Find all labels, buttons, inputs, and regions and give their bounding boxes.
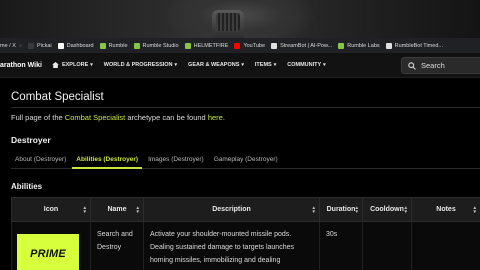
sort-icon: ▴ ▾ (473, 205, 476, 215)
bookmark-label: Dashboard (66, 42, 94, 49)
bookmark-item[interactable]: Dashboard (57, 42, 94, 49)
bookmark-favicon-icon (385, 42, 392, 49)
bookmark-item[interactable]: Rumble Labs (338, 42, 380, 49)
section-heading-destroyer: Destroyer (11, 135, 51, 145)
column-header-notes[interactable]: Notes ▴ ▾ (411, 197, 480, 222)
search-input[interactable] (421, 61, 480, 70)
bookmark-favicon-icon (57, 42, 64, 49)
menu-items[interactable]: ITEMS ▾ (255, 62, 276, 68)
bookmark-item[interactable]: Rumble (99, 42, 128, 49)
menu-community[interactable]: COMMUNITY ▾ (287, 62, 325, 68)
intro-text-2: archetype can be found (125, 113, 208, 122)
chevron-down-icon: ▾ (241, 62, 244, 68)
tab-images[interactable]: Images (Destroyer) (144, 154, 208, 169)
bookmark-item[interactable]: HELMETFIRE (184, 42, 229, 49)
sort-icon: ▴ ▾ (355, 205, 358, 215)
column-header-description[interactable]: Description ▴ ▾ (143, 197, 320, 222)
bookmark-favicon-icon (271, 42, 278, 49)
tab-bar: About (Destroyer) Abilities (Destroyer) … (11, 154, 480, 169)
tab-gameplay[interactable]: Gameplay (Destroyer) (210, 154, 282, 169)
cell-duration: 30s (319, 221, 363, 270)
tab-abilities[interactable]: Abilities (Destroyer) (72, 154, 143, 169)
bookmark-label: Rumble (108, 42, 128, 49)
sort-icon: ▴ ▾ (312, 205, 315, 215)
bookmark-label: me / X (0, 42, 16, 49)
bookmark-label: Rumble Studio (142, 42, 179, 49)
column-header-name[interactable]: Name ▴ ▾ (90, 197, 144, 222)
bookmark-item[interactable]: StreamBot | AI-Pow... (271, 42, 333, 49)
abilities-heading: Abilities (11, 182, 43, 191)
column-notes-label: Notes (436, 206, 456, 213)
menu-community-label: COMMUNITY (287, 62, 322, 68)
search-icon (408, 61, 416, 70)
cell-name: Search and Destroy (90, 221, 144, 270)
menu-gear-label: GEAR & WEAPONS (188, 62, 240, 68)
column-header-icon[interactable]: Icon ▴ ▾ (11, 197, 91, 222)
menu-explore[interactable]: EXPLORE ▾ (52, 62, 93, 68)
home-icon (52, 62, 59, 68)
prime-ability-icon: PRIME (17, 234, 79, 270)
main-menu: EXPLORE ▾ WORLD & PROGRESSION ▾ GEAR & WEA… (52, 62, 337, 68)
bookmark-label: RumbleBot Timed... (394, 42, 443, 49)
cell-notes (411, 221, 480, 270)
chevron-down-icon: ▾ (323, 62, 326, 68)
cell-description: Activate your shoulder-mounted missile p… (143, 221, 320, 270)
sort-icon: ▴ ▾ (404, 205, 407, 215)
bookmark-favicon-icon (338, 42, 345, 49)
abilities-table: Icon ▴ ▾ Name ▴ ▾ Description ▴ ▾ Duration ▴ ▾ C… (11, 197, 480, 270)
search-box[interactable] (401, 57, 480, 74)
bookmark-item[interactable]: me / X» (0, 43, 22, 49)
bookmark-item[interactable]: Pickai (27, 42, 52, 49)
here-link[interactable]: here (208, 113, 223, 122)
bookmark-label: YouTube (243, 42, 266, 49)
bookmark-label: HELMETFIRE (193, 42, 229, 49)
column-duration-label: Duration (326, 206, 356, 213)
menu-world-progression[interactable]: WORLD & PROGRESSION ▾ (104, 62, 177, 68)
bookmark-item[interactable]: RumbleBot Timed... (385, 42, 443, 49)
menu-explore-label: EXPLORE (61, 62, 89, 68)
menu-world-label: WORLD & PROGRESSION (103, 62, 173, 68)
column-name-label: Name (107, 206, 127, 213)
bookmark-favicon-icon (184, 42, 191, 49)
sort-icon: ▴ ▾ (83, 205, 86, 215)
main-content: Combat Specialist Full page of the Comba… (0, 78, 480, 270)
sort-icon: ▴ ▾ (136, 205, 139, 215)
title-divider (11, 107, 480, 108)
bookmark-label: Pickai (36, 42, 52, 49)
tab-about[interactable]: About (Destroyer) (11, 154, 70, 169)
bookmark-favicon-icon (133, 42, 140, 49)
bookmark-item[interactable]: Rumble Studio (133, 42, 179, 49)
menu-items-label: ITEMS (254, 62, 272, 68)
bookmark-separator: » (18, 42, 22, 49)
bookmarks-bar: me / X» Pickai Dashboard Rumble Rumble Studi… (0, 38, 480, 53)
chevron-down-icon: ▾ (90, 62, 93, 68)
column-cooldown-label: Cooldown (370, 206, 404, 213)
cell-cooldown (362, 221, 412, 270)
intro-paragraph: Full page of the Combat Specialist arche… (11, 113, 225, 122)
bookmark-favicon-icon (99, 42, 106, 49)
combat-specialist-link[interactable]: Combat Specialist (65, 113, 125, 122)
table-row: PRIME Search and Destroy Activate your s… (11, 221, 480, 270)
column-header-cooldown[interactable]: Cooldown ▴ ▾ (362, 197, 412, 222)
top-navigation: arathon Wiki EXPLORE ▾ WORLD & PROGRESSIO… (0, 53, 480, 78)
video-overlay-strip (0, 0, 480, 38)
table-header-row: Icon ▴ ▾ Name ▴ ▾ Description ▴ ▾ Duration ▴ ▾ C… (11, 197, 480, 222)
bookmark-favicon-icon (234, 42, 241, 49)
chevron-down-icon: ▾ (273, 62, 277, 68)
bookmark-label: StreamBot | AI-Pow... (280, 42, 333, 49)
wiki-title[interactable]: arathon Wiki (0, 62, 42, 69)
cell-icon: PRIME (11, 221, 91, 270)
column-icon-label: Icon (43, 206, 59, 213)
microphone-grill (216, 13, 240, 31)
column-description-label: Description (212, 206, 251, 213)
column-header-duration[interactable]: Duration ▴ ▾ (319, 197, 363, 222)
page-title: Combat Specialist (11, 91, 104, 103)
menu-gear-weapons[interactable]: GEAR & WEAPONS ▾ (188, 62, 244, 68)
bookmark-label: Rumble Labs (347, 42, 380, 49)
intro-text-1: Full page of the (11, 113, 65, 122)
chevron-down-icon: ▾ (174, 62, 178, 68)
bookmark-item[interactable]: YouTube (234, 42, 266, 49)
intro-text-3: . (222, 113, 225, 122)
bookmark-favicon-icon (27, 42, 34, 49)
